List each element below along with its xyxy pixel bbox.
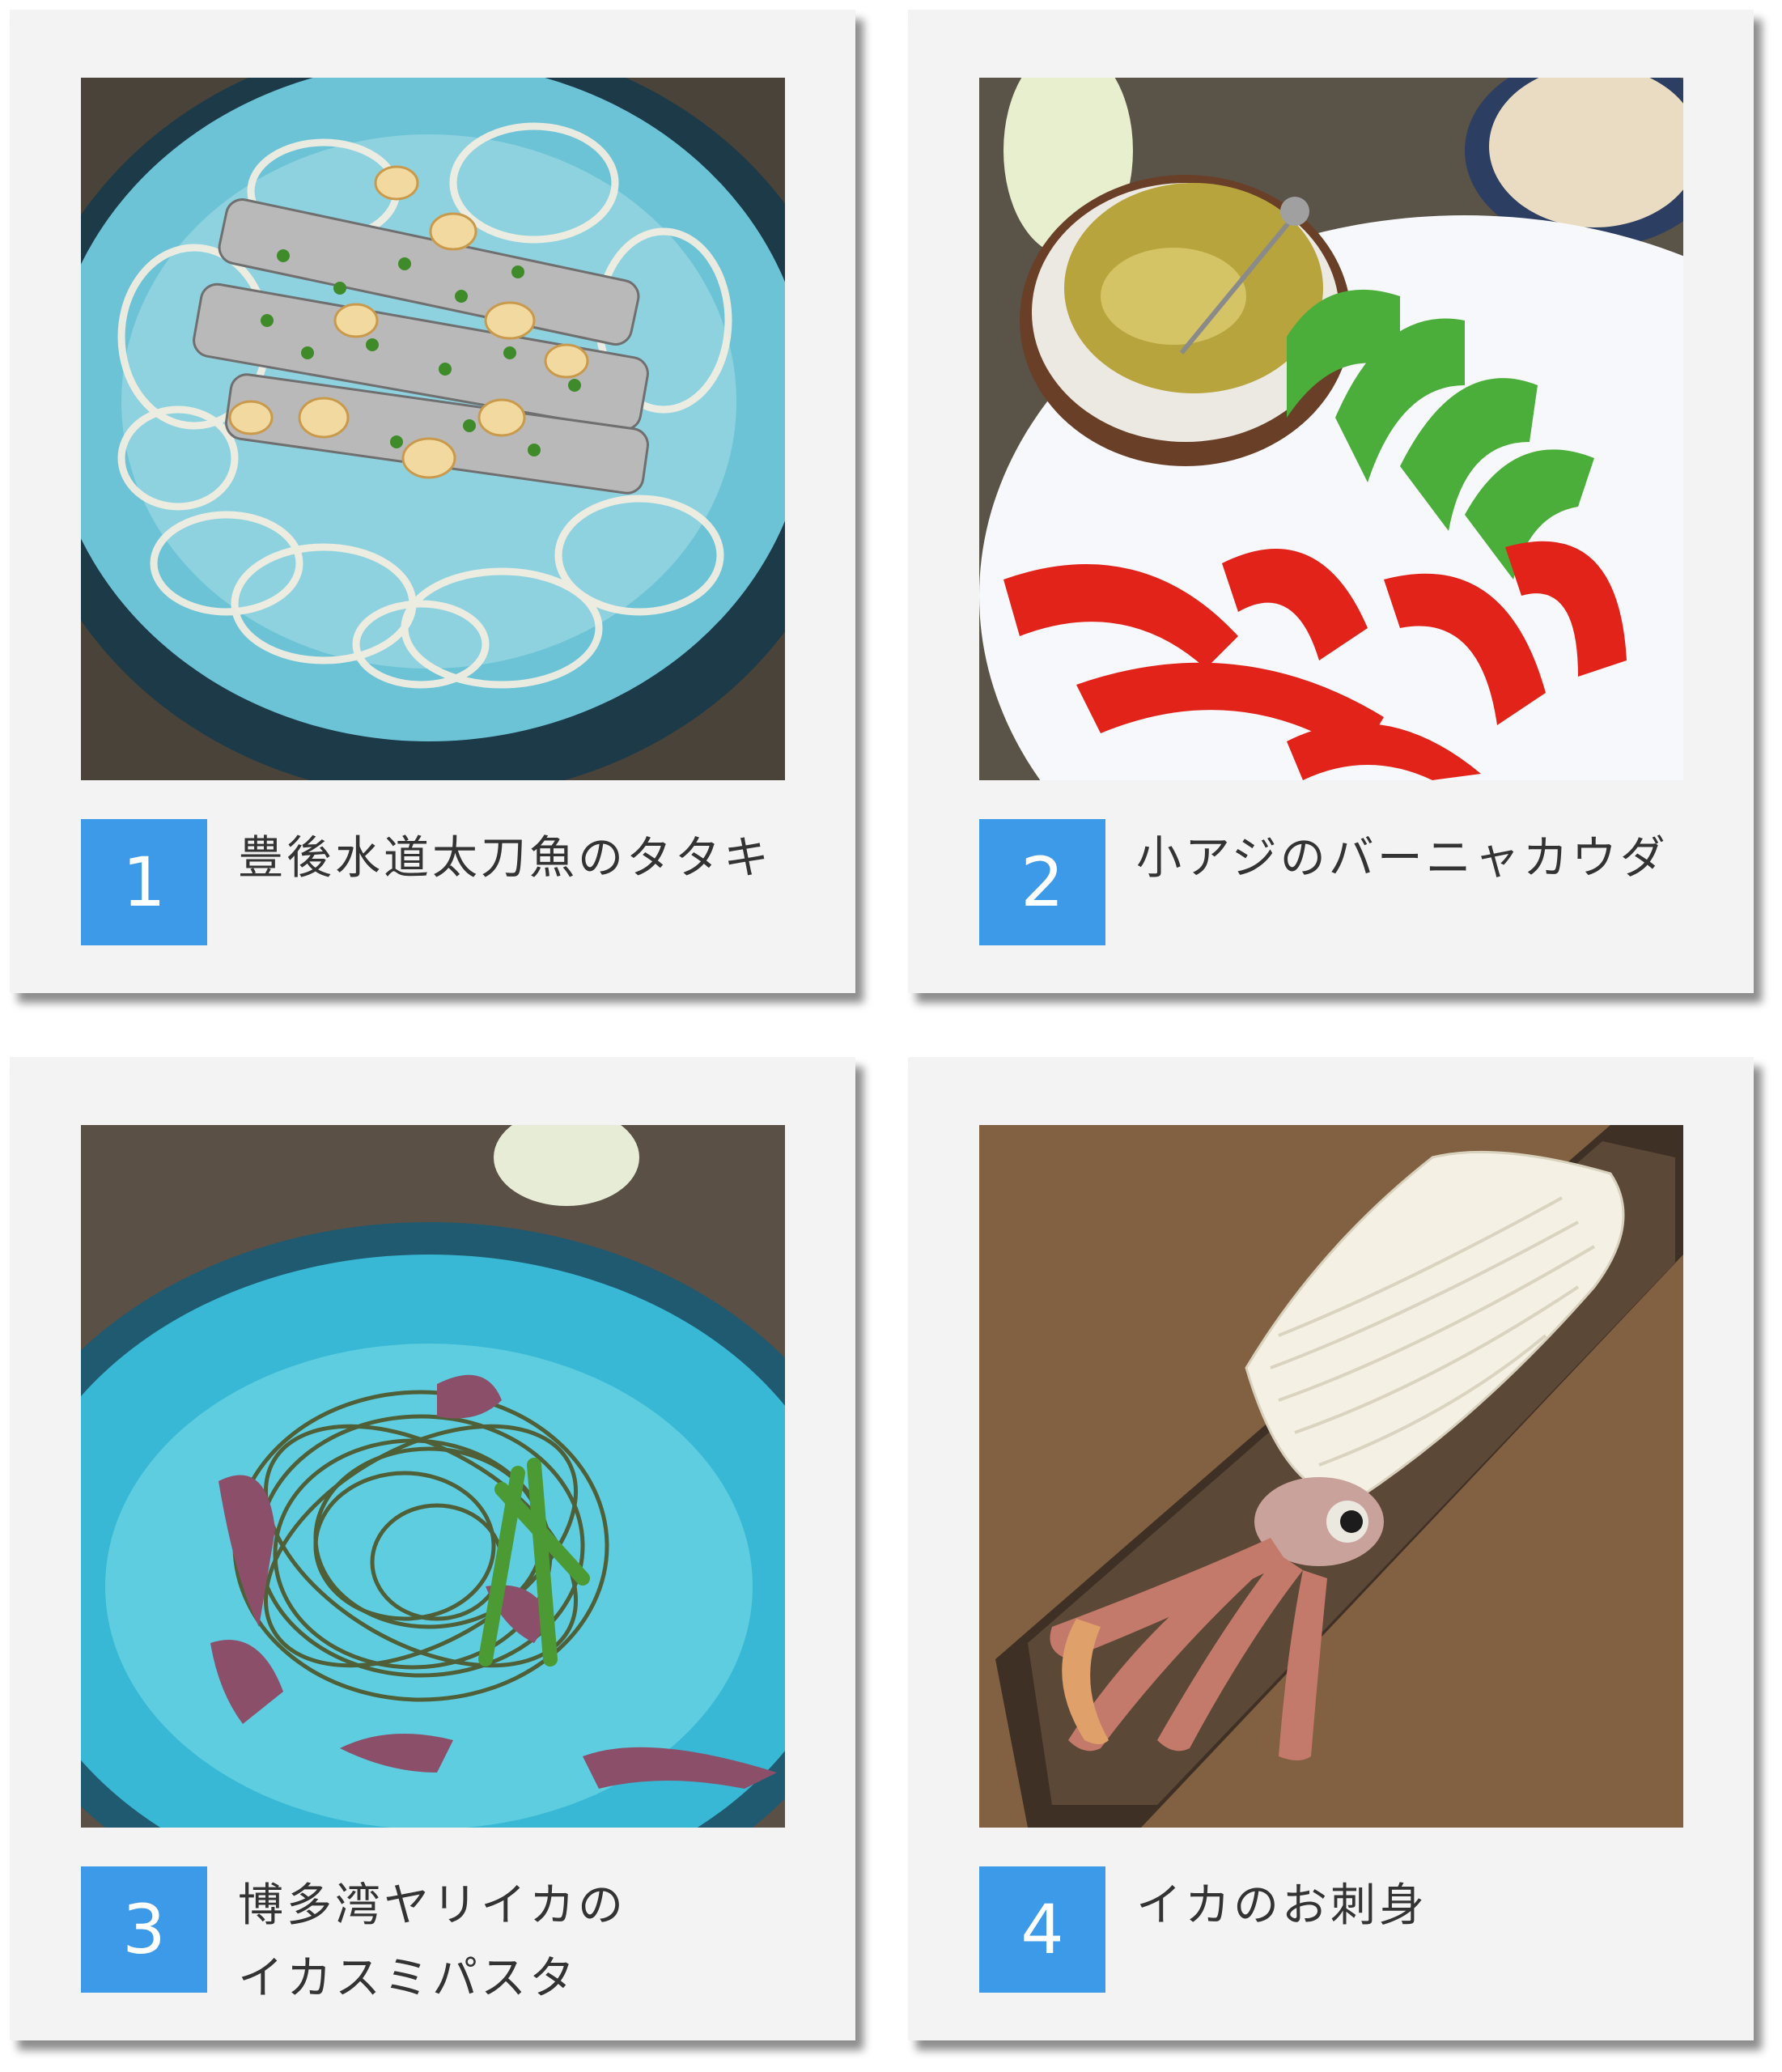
recipe-title-line: 博多湾ヤリイカの: [238, 1879, 626, 1932]
recipe-title-line: 小アジのバーニャカウダ: [1136, 832, 1669, 885]
recipe-title: 小アジのバーニャカウダ: [1136, 822, 1703, 895]
squid-sashimi-photo: [979, 1125, 1683, 1828]
recipe-number-badge: 4: [979, 1866, 1105, 1993]
bagna-cauda-photo: [979, 78, 1683, 780]
recipe-card-3[interactable]: 3 博多湾ヤリイカの イカスミパスタ: [10, 1057, 855, 2040]
recipe-title: 豊後水道太刀魚のタタキ: [238, 822, 804, 895]
recipe-card-4[interactable]: 4 イカのお刺身: [908, 1057, 1754, 2040]
recipe-number-badge: 3: [81, 1866, 207, 1993]
recipe-number-badge: 2: [979, 819, 1105, 945]
recipe-card-1[interactable]: 1 豊後水道太刀魚のタタキ: [10, 10, 855, 993]
recipe-title: 博多湾ヤリイカの イカスミパスタ: [238, 1870, 804, 2015]
recipe-title-line: 豊後水道太刀魚のタタキ: [238, 832, 772, 885]
squid-ink-pasta-photo: [81, 1125, 785, 1828]
recipe-title-line: イカのお刺身: [1136, 1879, 1428, 1932]
cutlassfish-tataki-photo: [81, 78, 785, 780]
recipe-title: イカのお刺身: [1136, 1870, 1703, 1942]
recipe-number-badge: 1: [81, 819, 207, 945]
recipe-card-2[interactable]: 2 小アジのバーニャカウダ: [908, 10, 1754, 993]
recipe-title-line: イカスミパスタ: [238, 1952, 578, 2005]
